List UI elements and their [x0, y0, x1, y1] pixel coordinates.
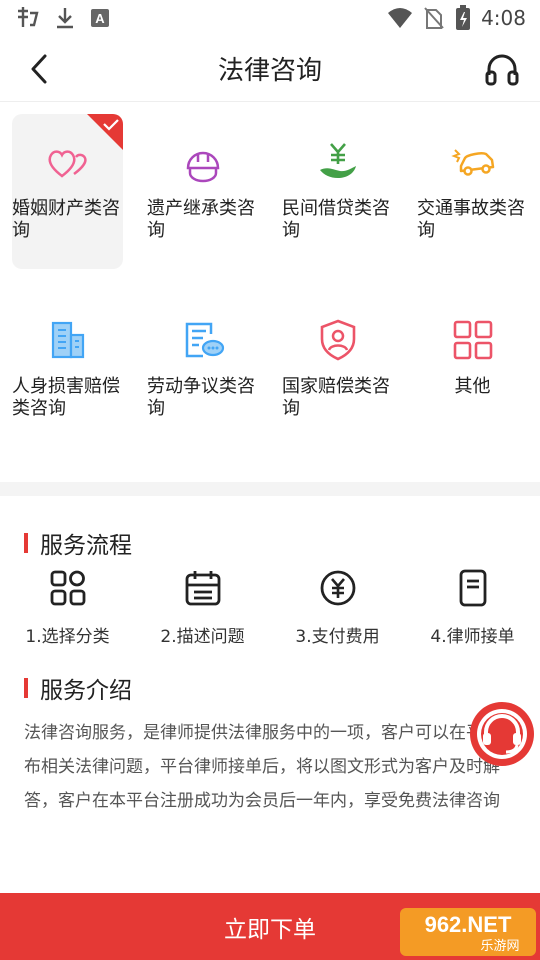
wifi-icon [388, 8, 413, 28]
step-label: 4.律师接单 [430, 627, 515, 647]
page-title: 法律咨询 [217, 56, 322, 86]
category-label: 国家赔偿类咨询 [282, 376, 390, 419]
category-grid: 婚姻财产类咨询 遗产继承类咨询 民间借贷类咨询 交通事故类咨询 人身损害赔偿类咨… [12, 114, 540, 447]
download-icon [57, 8, 73, 29]
process-title: 服务流程 [40, 533, 132, 559]
watermark-logo: 962.NET 乐游网 [400, 908, 536, 956]
no-sim-icon [424, 7, 444, 29]
app-header: 法律咨询 [0, 36, 540, 102]
category-label: 其他 [454, 376, 491, 397]
svg-text:A: A [95, 11, 105, 26]
category-traffic-accident[interactable]: 交通事故类咨询 [417, 114, 528, 269]
headset-icon[interactable] [484, 51, 520, 87]
process-step: 2.描述问题 [135, 568, 270, 647]
category-labor-dispute[interactable]: 劳动争议类咨询 [147, 292, 258, 447]
grid-icon [453, 320, 492, 360]
svg-text:962.NET: 962.NET [425, 912, 512, 937]
category-personal-injury[interactable]: 人身损害赔偿类咨询 [12, 292, 123, 447]
svg-text:乐游网: 乐游网 [480, 939, 519, 954]
helmet-icon [186, 151, 219, 183]
yuan-coin-icon [320, 570, 355, 606]
process-section-title: 服务流程 [24, 526, 132, 560]
process-step: 3.支付费用 [270, 568, 405, 647]
section-divider [0, 482, 540, 496]
category-state-compensation[interactable]: 国家赔偿类咨询 [282, 292, 393, 447]
category-private-lending[interactable]: 民间借贷类咨询 [282, 114, 393, 269]
shield-person-icon [320, 319, 355, 361]
title-accent-bar [24, 533, 28, 553]
category-label: 交通事故类咨询 [417, 198, 525, 241]
selected-check-icon [87, 114, 123, 150]
car-crash-icon [450, 149, 494, 176]
category-label: 婚姻财产类咨询 [12, 198, 120, 241]
process-step: 4.律师接单 [405, 568, 540, 647]
intro-section-title: 服务介绍 [24, 671, 132, 705]
font-app-icon: A [91, 9, 109, 27]
category-marriage-property[interactable]: 婚姻财产类咨询 [12, 114, 123, 269]
card-icon [459, 569, 486, 607]
category-other[interactable]: 其他 [417, 292, 528, 447]
intro-title: 服务介绍 [40, 678, 132, 704]
category-label: 人身损害赔偿类咨询 [12, 376, 120, 419]
status-bar: A 4:08 [0, 0, 540, 36]
back-arrow-icon[interactable] [22, 51, 58, 87]
category-label: 民间借贷类咨询 [282, 198, 390, 241]
step-label: 2.描述问题 [160, 627, 245, 647]
intro-text: 法律咨询服务，是律师提供法律服务中的一项，客户可以在平台发布相关法律问题，平台律… [24, 723, 517, 811]
yuan-hand-icon [319, 143, 356, 178]
category-label: 劳动争议类咨询 [147, 376, 255, 419]
building-icon [51, 321, 84, 359]
category-label: 遗产继承类咨询 [147, 198, 255, 241]
process-step: 1.选择分类 [0, 568, 135, 647]
document-chat-icon [185, 322, 224, 358]
bug-app-icon [18, 7, 39, 27]
step-label: 3.支付费用 [295, 627, 380, 647]
category-inheritance[interactable]: 遗产继承类咨询 [147, 114, 258, 269]
order-now-label: 立即下单 [224, 916, 316, 943]
battery-charging-icon [456, 5, 471, 30]
title-accent-bar [24, 678, 28, 698]
status-time: 4:08 [481, 6, 526, 30]
process-steps: 1.选择分类 2.描述问题 3.支付费用 4.律师接单 [0, 568, 540, 647]
calendar-icon [185, 571, 220, 606]
step-label: 1.选择分类 [25, 627, 110, 647]
hearts-icon [48, 150, 87, 178]
apps-icon [50, 570, 85, 606]
customer-service-float-icon[interactable] [468, 700, 536, 768]
